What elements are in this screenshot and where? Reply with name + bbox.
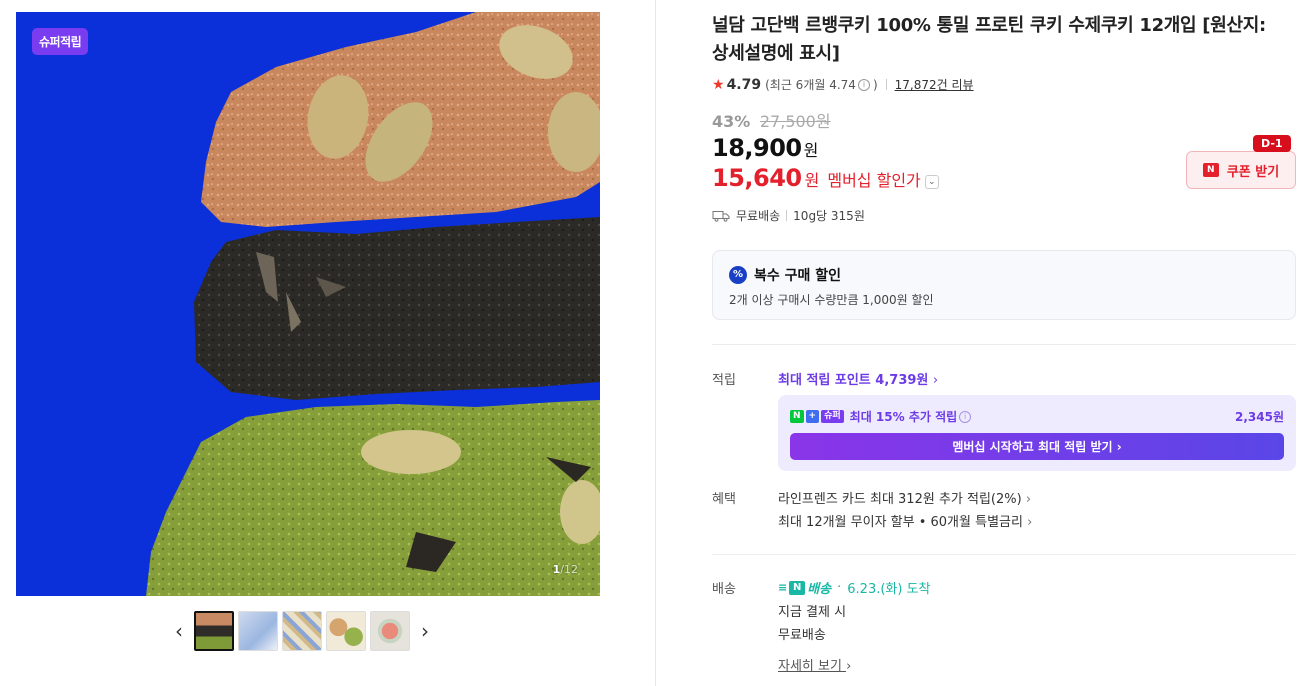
rating-row: ★ 4.79 (최근 6개월 4.74 i ) 17,872건 리뷰	[712, 76, 974, 93]
dday-badge: D-1	[1253, 135, 1291, 152]
delivery-detail-link[interactable]: 자세히 보기 ›	[778, 655, 851, 674]
divider	[786, 210, 788, 221]
extra-points-text: 최대 15% 추가 적립	[849, 410, 958, 424]
prev-image-button[interactable]: ‹	[166, 611, 192, 651]
chevron-down-icon[interactable]: ⌄	[924, 175, 939, 189]
thumbnail-5[interactable]	[370, 611, 410, 651]
member-price-value: 15,640	[712, 164, 802, 192]
membership-start-button[interactable]: 멤버십 시작하고 최대 적립 받기 ›	[790, 433, 1284, 460]
discount-rate: 43%	[712, 112, 751, 131]
product-title: 널담 고단백 르뱅쿠키 100% 통밀 프로틴 쿠키 수제쿠키 12개입 [원산…	[712, 15, 1266, 64]
naver-n-icon: N	[789, 580, 806, 595]
multi-purchase-title: 복수 구매 할인	[754, 268, 842, 284]
delivery-condition: 지금 결제 시	[778, 605, 847, 620]
recent-rating: (최근 6개월 4.74	[765, 78, 856, 92]
info-icon[interactable]: i	[959, 410, 972, 423]
multi-purchase-discount: % 복수 구매 할인 2개 이상 구매시 수량만큼 1,000원 할인	[712, 250, 1296, 320]
delivery-detail-text: 자세히 보기	[778, 659, 842, 674]
recent-rating-close: )	[872, 77, 878, 92]
unit-price: 10g당 315원	[793, 209, 865, 223]
benefits-label: 혜택	[712, 492, 736, 507]
chevron-left-icon: ‹	[175, 619, 183, 643]
discount-row: 43% 27,500원	[712, 108, 831, 132]
thumbnail-strip: ‹ ›	[166, 606, 438, 656]
super-tag: 슈퍼	[821, 410, 844, 423]
truck-icon	[712, 210, 730, 222]
speed-lines-icon: ≡	[778, 581, 788, 594]
extra-points-row: N + 슈퍼 최대 15% 추가 적립 i 2,345원	[790, 408, 1284, 425]
max-points-link[interactable]: 최대 적립 포인트 4,739원 ›	[778, 369, 938, 388]
section-divider	[712, 344, 1296, 345]
super-points-badge: 슈퍼적립	[32, 28, 89, 55]
benefit-card-points[interactable]: 라인프렌즈 카드 최대 312원 추가 적립(2%) ›	[778, 488, 1031, 507]
chevron-right-icon: ›	[846, 659, 852, 674]
sale-price: 18,900 원	[712, 134, 818, 162]
next-image-button[interactable]: ›	[412, 611, 438, 651]
plus-icon: +	[805, 410, 820, 423]
benefit-installment-text: 최대 12개월 무이자 할부 • 60개월 특별금리	[778, 515, 1023, 530]
delivery-label: 배송	[712, 582, 736, 597]
member-price-label: 멤버십 할인가	[827, 171, 921, 190]
naver-delivery-label: 배송	[807, 582, 832, 597]
shipping-summary: 무료배송 10g당 315원	[712, 207, 865, 224]
cookie-image-art	[146, 12, 600, 596]
info-icon[interactable]: i	[857, 78, 870, 91]
product-main-image[interactable]: 슈퍼적립 1/12	[16, 12, 600, 596]
percent-badge-icon: %	[729, 266, 747, 284]
member-price[interactable]: 15,640 원 멤버십 할인가 ⌄	[712, 164, 939, 192]
divider	[885, 79, 887, 90]
member-price-unit: 원	[804, 171, 820, 190]
image-page-counter: 1/12	[553, 563, 578, 576]
benefit-card-points-text: 라인프렌즈 카드 최대 312원 추가 적립(2%)	[778, 492, 1022, 507]
original-price: 27,500원	[759, 112, 831, 131]
separator-dot: ·	[837, 580, 842, 595]
shipping-fee: 무료배송	[736, 209, 781, 223]
sale-price-value: 18,900	[712, 134, 802, 162]
reviews-link[interactable]: 17,872건 리뷰	[895, 76, 974, 93]
delivery-date: 6.23.(화) 도착	[847, 582, 931, 597]
chevron-right-icon: ›	[421, 619, 429, 643]
naver-n-icon: N	[790, 410, 804, 423]
star-icon: ★	[712, 76, 725, 93]
thumbnail-4[interactable]	[326, 611, 366, 651]
max-points-text: 최대 적립 포인트 4,739원	[778, 373, 929, 388]
naver-n-icon: N	[1202, 163, 1219, 177]
column-divider	[655, 0, 656, 686]
naver-delivery-badge: ≡ N 배송	[778, 578, 831, 597]
super-points-box: N + 슈퍼 최대 15% 추가 적립 i 2,345원 멤버십 시작하고 최대…	[778, 395, 1296, 471]
coupon-button-label: 쿠폰 받기	[1226, 164, 1280, 180]
sale-price-unit: 원	[803, 141, 819, 160]
thumbnail-2[interactable]	[238, 611, 278, 651]
thumbnail-1[interactable]	[194, 611, 234, 651]
section-divider	[712, 554, 1296, 555]
multi-purchase-head: % 복수 구매 할인	[729, 265, 1279, 285]
delivery-fee: 무료배송	[778, 628, 826, 643]
benefit-installment[interactable]: 최대 12개월 무이자 할부 • 60개월 특별금리 ›	[778, 511, 1032, 530]
points-label: 적립	[712, 373, 736, 388]
delivery-estimate: ≡ N 배송 · 6.23.(화) 도착	[778, 578, 931, 597]
extra-points-amount: 2,345원	[1235, 410, 1284, 424]
chevron-right-icon: ›	[932, 373, 939, 388]
chevron-right-icon: ›	[1025, 492, 1032, 507]
page-total: /12	[560, 563, 578, 576]
chevron-right-icon: ›	[1027, 515, 1033, 530]
multi-purchase-desc: 2개 이상 구매시 수량만큼 1,000원 할인	[729, 293, 934, 307]
coupon-button[interactable]: N 쿠폰 받기	[1186, 151, 1296, 189]
rating-score: 4.79	[726, 76, 762, 93]
thumbnail-3[interactable]	[282, 611, 322, 651]
